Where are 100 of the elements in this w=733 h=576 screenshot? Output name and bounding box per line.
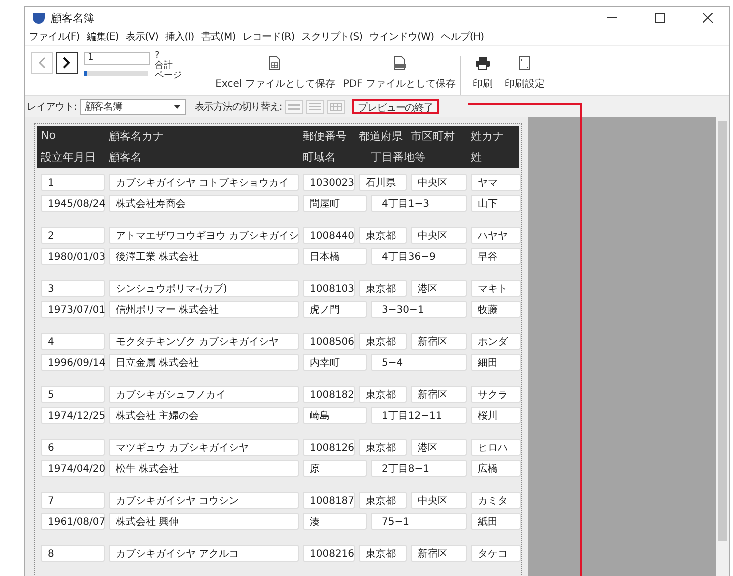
chevron-left-icon: [38, 57, 46, 69]
field-value: 東京都: [359, 386, 407, 403]
field-value: 1980/01/03: [41, 248, 105, 265]
field-value: 東京都: [359, 545, 407, 562]
toolbar-button[interactable]: Excel ファイルとして保存: [212, 56, 340, 95]
view-switch-label: 表示方法の切り替え:: [194, 100, 282, 114]
field-value: 6: [41, 439, 105, 456]
menu-item[interactable]: 書式(M): [201, 30, 236, 44]
field-value: 東京都: [359, 280, 407, 297]
field-value: 5−4: [371, 354, 467, 371]
field-value: 1030023: [303, 174, 355, 191]
field-value: シンシュウポリマ-(カブ): [109, 280, 299, 297]
column-title: 町域名: [303, 150, 337, 165]
minimize-icon: [607, 17, 617, 19]
field-value: 新宿区: [411, 545, 467, 562]
menu-item[interactable]: 挿入(I): [166, 30, 194, 44]
field-value: 1: [41, 174, 105, 191]
menu-item[interactable]: レコード(R): [242, 30, 295, 44]
field-value: 後澤工業 株式会社: [109, 248, 299, 265]
field-value: 新宿区: [411, 333, 467, 350]
field-value: 東京都: [359, 227, 407, 244]
chevron-right-icon: [63, 57, 71, 69]
field-value: 港区: [411, 439, 467, 456]
menu-item[interactable]: 編集(E): [86, 30, 119, 44]
field-value: 早谷: [471, 248, 521, 265]
field-value: 1008216: [303, 545, 355, 562]
field-value: マツギュウ カブシキガイシヤ: [109, 439, 299, 456]
exit-preview-button[interactable]: プレビューの終了: [352, 99, 440, 114]
field-value: 株式会社 興伸: [109, 513, 299, 530]
next-button[interactable]: [56, 52, 78, 74]
form-view-icon: [288, 102, 300, 110]
field-value: 崎島: [303, 407, 367, 424]
toolbar-button[interactable]: 印刷設定: [497, 56, 549, 95]
field-value: 7: [41, 492, 105, 509]
menu-item[interactable]: ファイル(F): [29, 30, 80, 44]
field-value: 4丁目36−9: [371, 248, 467, 265]
field-value: 東京都: [359, 333, 407, 350]
app-logo-icon: [33, 12, 45, 24]
layout-dropdown[interactable]: 顧客名簿: [80, 98, 186, 114]
field-value: 日本橋: [303, 248, 367, 265]
page-icon: [519, 56, 531, 71]
field-value: 山下: [471, 195, 521, 212]
field-value: 東京都: [359, 492, 407, 509]
field-value: 中央区: [411, 227, 467, 244]
field-value: 1974/04/20: [41, 460, 105, 477]
field-value: サクラ: [471, 386, 521, 403]
view-button[interactable]: [306, 100, 324, 114]
field-value: 1008440: [303, 227, 355, 244]
view-button[interactable]: [285, 100, 304, 114]
field-value: 原: [303, 460, 367, 477]
field-value: 中央区: [411, 174, 467, 191]
field-value: 1008182: [303, 386, 355, 403]
field-value: ヒロハ: [471, 439, 521, 456]
list-view-icon: [309, 102, 322, 110]
field-value: マキト: [471, 280, 521, 297]
field-value: 4丁目1−3: [371, 195, 467, 212]
field-value: モクタチキンゾク カブシキガイシヤ: [109, 333, 299, 350]
maximize-icon: [655, 13, 665, 23]
field-value: カブシキガイシヤ コトブキショウカイ: [109, 174, 299, 191]
column-title: 顧客名: [109, 150, 143, 165]
document-file-icon: [392, 56, 407, 71]
table-view-icon: [330, 102, 342, 110]
view-button[interactable]: [327, 100, 346, 114]
field-value: 日立金属 株式会社: [109, 354, 299, 371]
field-value: 東京都: [359, 439, 407, 456]
field-value: 問屋町: [303, 195, 367, 212]
field-value: 2: [41, 227, 105, 244]
field-value: 1973/07/01: [41, 301, 105, 318]
close-icon: [703, 13, 713, 23]
field-value: カミタ: [471, 492, 521, 509]
field-value: カブシキガイシヤ アクルコ: [109, 545, 299, 562]
field-value: 中央区: [411, 492, 467, 509]
field-value: 1008506: [303, 333, 355, 350]
field-value: 桜川: [471, 407, 521, 424]
menu-item[interactable]: ウインドウ(W): [370, 30, 434, 44]
field-value: 3−30−1: [371, 301, 467, 318]
menu-item[interactable]: スクリプト(S): [302, 30, 363, 44]
column-title: 丁目番地等: [371, 150, 427, 165]
page-slider[interactable]: [84, 71, 148, 76]
column-title: 都道府県: [359, 129, 404, 144]
field-value: 1996/09/14: [41, 354, 105, 371]
field-value: 広橋: [471, 460, 521, 477]
column-title: 姓: [471, 150, 483, 165]
menu-item[interactable]: ヘルプ(H): [441, 30, 484, 44]
column-title: No: [41, 129, 57, 144]
field-value: 1丁目12−11: [371, 407, 467, 424]
field-value: カブシキガイシヤ コウシン: [109, 492, 299, 509]
field-value: 5: [41, 386, 105, 403]
page-number-field[interactable]: 1: [84, 52, 150, 65]
scrollbar[interactable]: [716, 117, 729, 576]
field-value: 株式会社寿商会: [109, 195, 299, 212]
field-value: 松牛 株式会社: [109, 460, 299, 477]
printer-icon: [475, 56, 491, 71]
field-value: アトマエザワコウギヨウ カブシキガイシ: [109, 227, 299, 244]
field-value: ハヤヤ: [471, 227, 521, 244]
menu-item[interactable]: 表示(V): [126, 30, 159, 44]
field-value: 港区: [411, 280, 467, 297]
toolbar-button[interactable]: PDF ファイルとして保存: [339, 56, 460, 95]
page-total: ?: [155, 51, 160, 61]
field-value: ヤマ: [471, 174, 521, 191]
